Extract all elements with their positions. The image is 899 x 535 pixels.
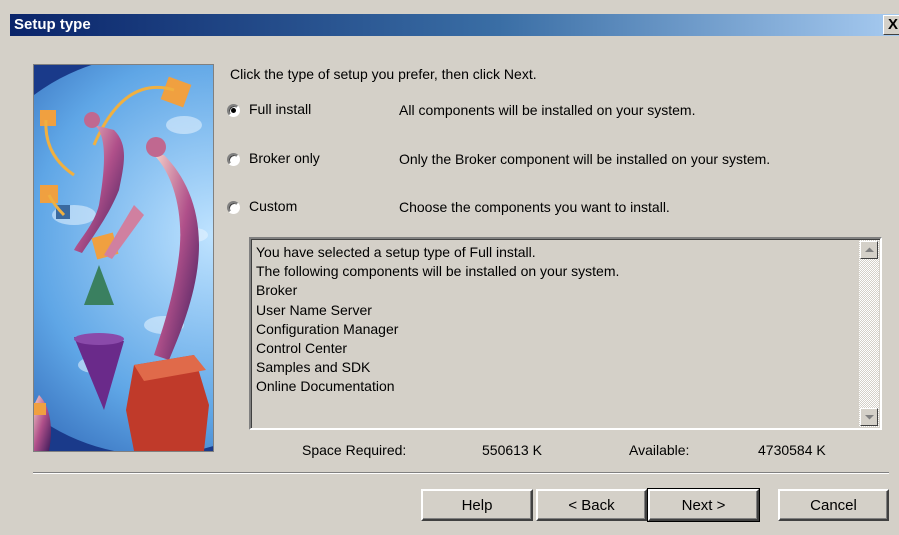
broker-only-label[interactable]: Broker only: [249, 150, 320, 166]
custom-label[interactable]: Custom: [249, 198, 297, 214]
illustration-art: [34, 65, 213, 451]
help-button[interactable]: Help: [421, 489, 533, 521]
setup-illustration: [33, 64, 214, 452]
cancel-button[interactable]: Cancel: [778, 489, 889, 521]
list-line: The following components will be install…: [256, 263, 620, 280]
list-line: Broker: [256, 282, 298, 299]
list-line: Control Center: [256, 340, 348, 357]
space-required-label: Space Required:: [302, 442, 407, 458]
list-line: User Name Server: [256, 301, 372, 318]
components-list: You have selected a setup type of Full i…: [256, 243, 619, 397]
space-required-value: 550613 K: [482, 442, 542, 458]
available-value: 4730584 K: [758, 442, 826, 458]
setup-dialog: Setup type X Click the type of setup you…: [0, 0, 899, 535]
vertical-scrollbar[interactable]: [859, 240, 879, 427]
list-line: Samples and SDK: [256, 359, 371, 376]
list-line: You have selected a setup type of Full i…: [256, 244, 536, 260]
window-title: Setup type: [14, 16, 91, 33]
back-button[interactable]: < Back: [536, 489, 647, 521]
radio-selected-dot: [231, 108, 236, 113]
scroll-up-button[interactable]: [860, 241, 878, 259]
broker-only-radio[interactable]: [227, 153, 240, 166]
custom-description: Choose the components you want to instal…: [399, 199, 670, 215]
full-install-label[interactable]: Full install: [249, 101, 311, 117]
broker-only-description: Only the Broker component will be instal…: [399, 151, 771, 167]
full-install-radio[interactable]: [227, 104, 240, 117]
close-button[interactable]: X: [883, 15, 899, 35]
components-listbox[interactable]: You have selected a setup type of Full i…: [249, 237, 882, 430]
next-button[interactable]: Next >: [647, 488, 760, 522]
scroll-down-button[interactable]: [860, 408, 878, 426]
arrow-up-icon: [864, 247, 874, 252]
list-line: Configuration Manager: [256, 320, 399, 337]
setup-prompt: Click the type of setup you prefer, then…: [230, 66, 537, 82]
list-line: Online Documentation: [256, 378, 395, 395]
divider: [33, 472, 889, 474]
custom-radio[interactable]: [227, 201, 240, 214]
full-install-description: All components will be installed on your…: [399, 102, 696, 118]
available-label: Available:: [629, 442, 690, 458]
arrow-down-icon: [864, 415, 874, 420]
title-bar: Setup type X: [10, 14, 899, 36]
